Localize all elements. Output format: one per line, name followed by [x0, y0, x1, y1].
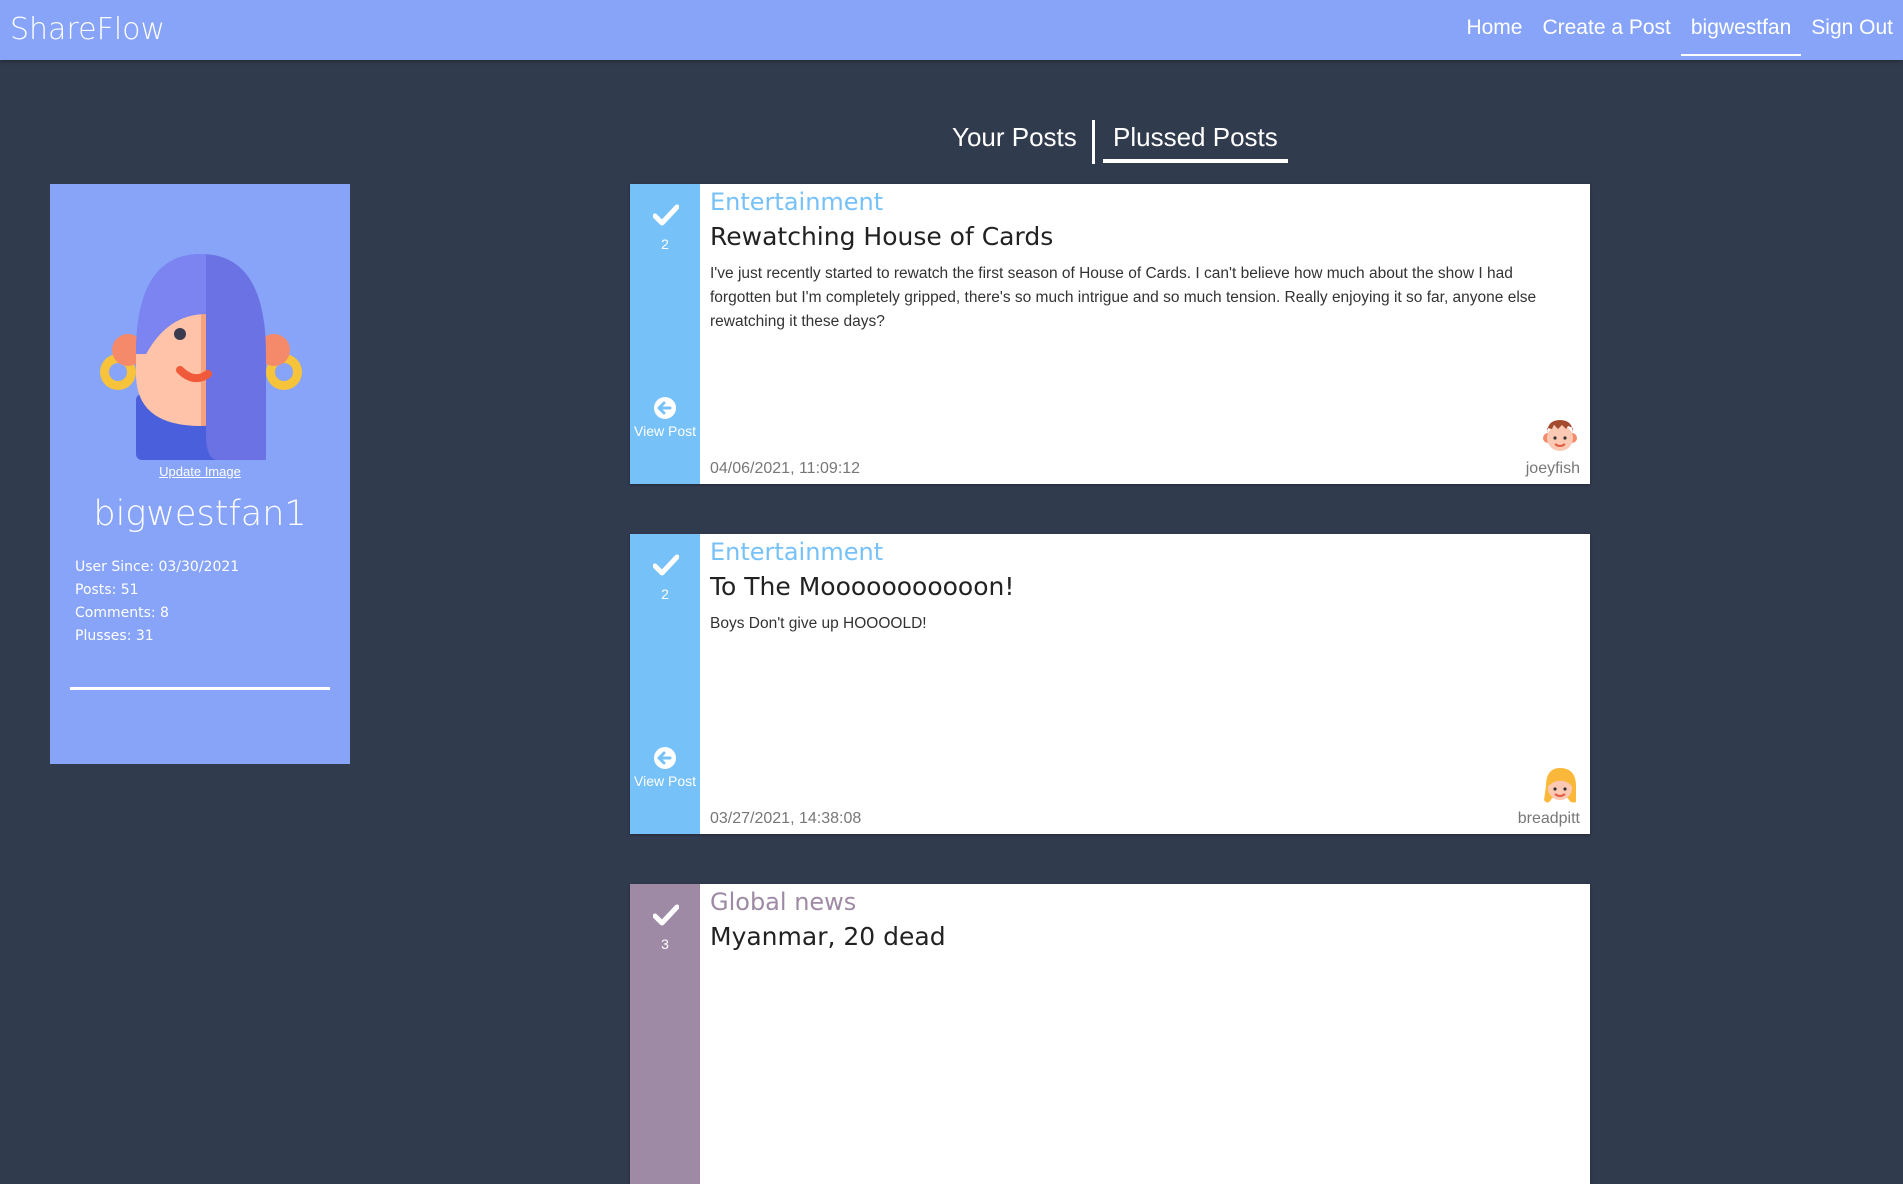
arrow-left-circle-icon [654, 397, 676, 419]
stat-comments: Comments: 8 [75, 605, 169, 621]
plus-count: 2 [661, 586, 669, 602]
post-category[interactable]: Global news [710, 888, 856, 916]
author-avatar-icon[interactable] [1540, 416, 1580, 456]
post-card: 2 View Post Entertainment Rewatching Hou… [630, 184, 1590, 484]
view-post-label: View Post [634, 773, 696, 789]
tab-divider [1092, 120, 1095, 164]
tab-plussed-posts[interactable]: Plussed Posts [1103, 118, 1288, 163]
post-card: 2 View Post Entertainment To The Moooooo… [630, 534, 1590, 834]
update-image-link[interactable]: Update Image [50, 464, 350, 479]
tab-your-posts[interactable]: Your Posts [952, 118, 1077, 161]
post-author[interactable]: joeyfish [1526, 460, 1580, 478]
post-card: 3 Global news Myanmar, 20 dead [630, 884, 1590, 1184]
nav-home[interactable]: Home [1456, 0, 1532, 56]
plus-count: 2 [661, 236, 669, 252]
profile-divider [70, 687, 330, 690]
profile-avatar-icon [100, 254, 302, 460]
author-avatar-icon[interactable] [1540, 766, 1580, 806]
post-category[interactable]: Entertainment [710, 188, 883, 216]
check-icon[interactable] [653, 554, 679, 576]
brand-logo[interactable]: ShareFlow [10, 12, 165, 47]
post-author[interactable]: breadpitt [1518, 810, 1580, 828]
tab-plussed-label: Plussed Posts [1113, 122, 1278, 152]
post-title[interactable]: Myanmar, 20 dead [710, 922, 946, 951]
post-title[interactable]: To The Mooooooooooon! [710, 572, 1014, 601]
nav-create-post[interactable]: Create a Post [1532, 0, 1680, 56]
active-tab-underline [1103, 159, 1288, 163]
navbar: ShareFlow Home Create a Post bigwestfan … [0, 0, 1903, 60]
profile-stats: User Since: 03/30/2021 Posts: 51 Comment… [75, 556, 239, 648]
post-sidebar: 3 [630, 884, 700, 1184]
post-title[interactable]: Rewatching House of Cards [710, 222, 1053, 251]
post-sidebar: 2 View Post [630, 184, 700, 484]
view-post-button[interactable]: View Post [630, 396, 700, 439]
post-date: 03/27/2021, 14:38:08 [710, 810, 862, 827]
post-body: Boys Don't give up HOOOOLD! [710, 615, 927, 632]
nav-sign-out[interactable]: Sign Out [1801, 0, 1903, 56]
stat-user-since: User Since: 03/30/2021 [75, 559, 240, 575]
view-post-button[interactable]: View Post [630, 746, 700, 789]
post-category[interactable]: Entertainment [710, 538, 883, 566]
profile-username: bigwestfan1 [93, 494, 307, 534]
arrow-left-circle-icon [654, 747, 676, 769]
stat-posts: Posts: 51 [75, 582, 139, 598]
post-date: 04/06/2021, 11:09:12 [710, 460, 861, 477]
stat-plusses: Plusses: 31 [75, 628, 154, 644]
check-icon[interactable] [653, 904, 679, 926]
plus-count: 3 [661, 936, 669, 952]
profile-card: Update Image bigwestfan1 User Since: 03/… [50, 184, 350, 764]
post-body: I've just recently started to rewatch th… [710, 265, 1537, 330]
post-sidebar: 2 View Post [630, 534, 700, 834]
nav-user-profile[interactable]: bigwestfan [1680, 0, 1802, 56]
check-icon[interactable] [653, 204, 679, 226]
nav-links: Home Create a Post bigwestfan Sign Out [1456, 0, 1903, 60]
view-post-label: View Post [634, 423, 696, 439]
